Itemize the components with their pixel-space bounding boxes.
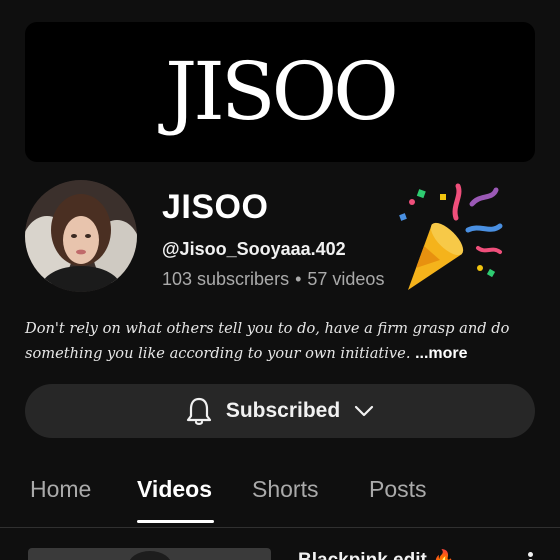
channel-tabs: Home Videos Shorts Posts <box>0 470 560 526</box>
tab-shorts[interactable]: Shorts <box>252 476 318 503</box>
party-popper-icon <box>388 178 506 296</box>
channel-banner: JISOO <box>25 22 535 162</box>
banner-logo: JISOO <box>158 45 399 138</box>
channel-stats: 103 subscribers • 57 videos <box>162 269 384 290</box>
stats-separator: • <box>295 269 302 289</box>
active-tab-indicator <box>137 520 214 523</box>
channel-handle: @Jisoo_Sooyaaa.402 <box>162 239 346 259</box>
tab-videos[interactable]: Videos <box>137 476 212 503</box>
chevron-down-icon[interactable] <box>354 404 374 418</box>
tab-home[interactable]: Home <box>30 476 91 503</box>
more-link[interactable]: ...more <box>415 345 467 362</box>
subscriber-count: 103 subscribers <box>162 269 290 289</box>
tabs-divider <box>0 527 560 528</box>
avatar[interactable] <box>25 180 137 292</box>
avatar-image <box>25 180 137 292</box>
video-thumbnail[interactable] <box>28 548 271 560</box>
subscribed-button[interactable]: Subscribed <box>25 384 535 438</box>
thumbnail-image <box>128 551 172 560</box>
video-count: 57 videos <box>307 269 385 289</box>
banner-logo-text: JISOO <box>158 45 395 138</box>
more-vertical-icon[interactable] <box>528 552 534 560</box>
channel-description[interactable]: Don't rely on what others tell you to do… <box>25 316 535 366</box>
subscribed-label: Subscribed <box>225 399 341 422</box>
tab-posts[interactable]: Posts <box>369 476 427 503</box>
channel-name: JISOO <box>162 188 269 226</box>
bell-icon <box>186 397 211 425</box>
video-title[interactable]: Blackpink edit 🔥 <box>298 548 456 560</box>
